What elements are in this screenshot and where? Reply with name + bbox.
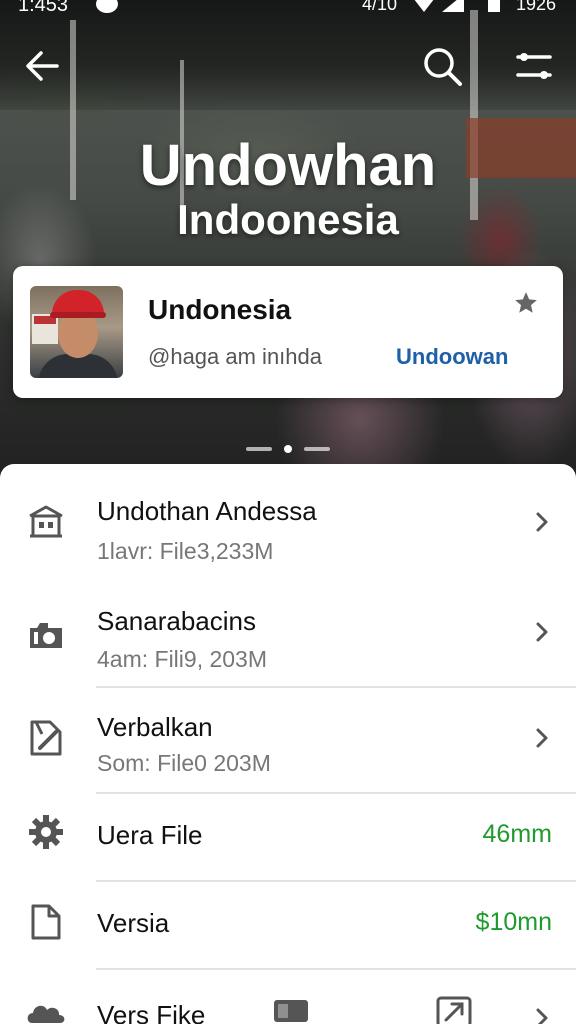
- hero-subtitle: Indoonesia: [177, 196, 399, 243]
- list-item[interactable]: Verbalkan Som: File0 203M: [0, 688, 576, 792]
- battery-icon: [488, 0, 500, 12]
- list-item[interactable]: Versia $10mn: [0, 882, 576, 968]
- list-item-value: 46mm: [482, 820, 552, 848]
- notification-icon: [96, 0, 118, 13]
- chevron-right-icon: [530, 1006, 554, 1024]
- list-item-title: Sanarabacins: [97, 606, 256, 636]
- search-button[interactable]: [420, 44, 464, 88]
- profile-handle: @haga am inıhda: [148, 344, 323, 369]
- chevron-right-icon: [530, 620, 554, 644]
- gear-icon: [26, 812, 66, 852]
- star-icon: [515, 292, 537, 313]
- file-icon: [26, 902, 66, 942]
- chevron-right-icon: [530, 726, 554, 750]
- pager-dot-active[interactable]: [284, 445, 292, 453]
- back-button[interactable]: [20, 44, 64, 88]
- pager-indicator: [0, 444, 576, 454]
- list-item[interactable]: Sanarabacins 4am: Fili9, 203M: [0, 576, 576, 686]
- arrow-left-icon: [26, 51, 59, 81]
- status-battery-text: 1926: [516, 0, 557, 14]
- cloud-icon: [26, 992, 66, 1024]
- avatar: [30, 286, 123, 378]
- favorite-button[interactable]: [513, 290, 539, 321]
- list-item-title: Vers Fike: [97, 1000, 206, 1024]
- profile-link[interactable]: Undoowan: [396, 344, 508, 370]
- pager-dot[interactable]: [304, 447, 330, 451]
- chevron-right-icon: [530, 510, 554, 534]
- profile-name: Undonesia: [148, 294, 292, 325]
- building-icon: [26, 502, 66, 542]
- list-item-title: Undothan Andessa: [97, 496, 317, 526]
- list-item-title: Uera File: [97, 820, 203, 850]
- status-time: 1:453: [18, 0, 69, 16]
- list-item[interactable]: Undothan Andessa 1lavr: File3,233M: [0, 464, 576, 576]
- list-item-subtitle: Som: File0 203M: [97, 750, 271, 776]
- list-item-title: Versia: [97, 908, 170, 938]
- file-list-sheet: Undothan Andessa 1lavr: File3,233M Sanar…: [0, 464, 576, 1024]
- list-item-value: $10mn: [475, 908, 552, 936]
- status-date: 4/10: [362, 0, 398, 14]
- hero-title: Undowhan: [139, 133, 437, 198]
- list-item-subtitle: 4am: Fili9, 203M: [97, 646, 268, 672]
- filter-button[interactable]: [512, 44, 556, 88]
- search-icon: [424, 48, 462, 86]
- document-edit-icon: [26, 718, 66, 758]
- profile-card[interactable]: Undonesia @haga am inıhda Undoowan: [13, 266, 563, 398]
- pager-dot[interactable]: [246, 447, 272, 451]
- list-item-subtitle: 1lavr: File3,233M: [97, 538, 274, 564]
- open-external-icon[interactable]: [436, 996, 472, 1024]
- signal-icon: [442, 0, 464, 12]
- list-item-title: Verbalkan: [97, 712, 213, 742]
- folder-icon[interactable]: [272, 998, 310, 1024]
- status-bar: 1:453 4/10 1926: [0, 0, 576, 20]
- list-item[interactable]: Vers Fike: [0, 970, 576, 1024]
- camera-icon: [26, 614, 66, 654]
- wifi-icon: [410, 0, 438, 12]
- list-item[interactable]: Uera File 46mm: [0, 794, 576, 880]
- filter-icon: [516, 53, 552, 79]
